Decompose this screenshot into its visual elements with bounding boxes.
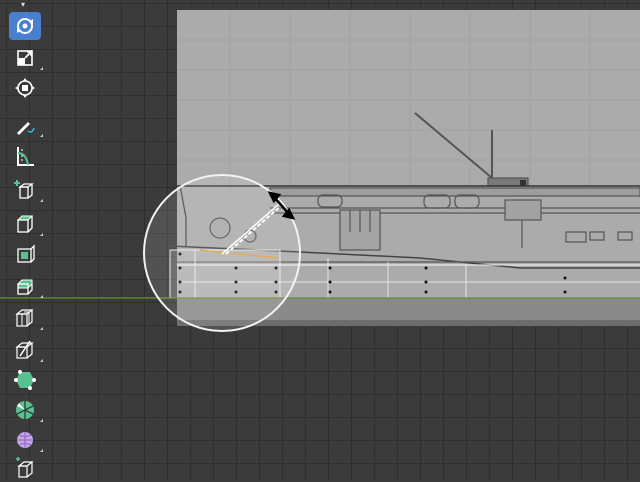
tool-shear[interactable]: [9, 454, 41, 482]
rotate-icon: [17, 18, 33, 34]
toolbar-top-arrow-icon: ▾: [21, 0, 26, 9]
knife-icon: [15, 340, 34, 359]
scene-canvas[interactable]: [0, 0, 640, 480]
transform-icon: [15, 78, 35, 98]
tool-scale[interactable]: [9, 44, 43, 72]
tool-shelf: ▾: [6, 0, 46, 480]
loop-cut-icon: [15, 309, 34, 327]
tool-knife[interactable]: [9, 336, 43, 364]
bevel-icon: [17, 279, 33, 295]
tool-loop-cut[interactable]: [9, 304, 43, 332]
tool-extrude[interactable]: [9, 210, 43, 238]
tool-measure[interactable]: [9, 142, 41, 170]
tool-annotate[interactable]: [9, 111, 43, 139]
scale-icon: [17, 50, 33, 66]
add-cube-icon: [14, 180, 34, 199]
3d-viewport[interactable]: ▾: [0, 0, 640, 480]
inset-icon: [17, 244, 35, 263]
measure-icon: [17, 147, 34, 166]
shear-icon: [16, 457, 34, 478]
tool-inset[interactable]: [9, 241, 41, 269]
tool-transform-pivot[interactable]: [9, 74, 41, 102]
tool-transform[interactable]: [9, 12, 41, 40]
tool-bevel[interactable]: [9, 272, 43, 300]
smooth-icon: [17, 432, 33, 448]
spin-icon: [16, 401, 34, 419]
tool-spin[interactable]: [9, 396, 43, 424]
annotate-icon: [17, 122, 35, 135]
tool-add-cube[interactable]: [9, 176, 43, 204]
tool-poly-build[interactable]: [9, 366, 41, 394]
tool-smooth[interactable]: [9, 426, 43, 454]
extrude-icon: [16, 215, 34, 233]
poly-build-icon: [14, 370, 36, 390]
